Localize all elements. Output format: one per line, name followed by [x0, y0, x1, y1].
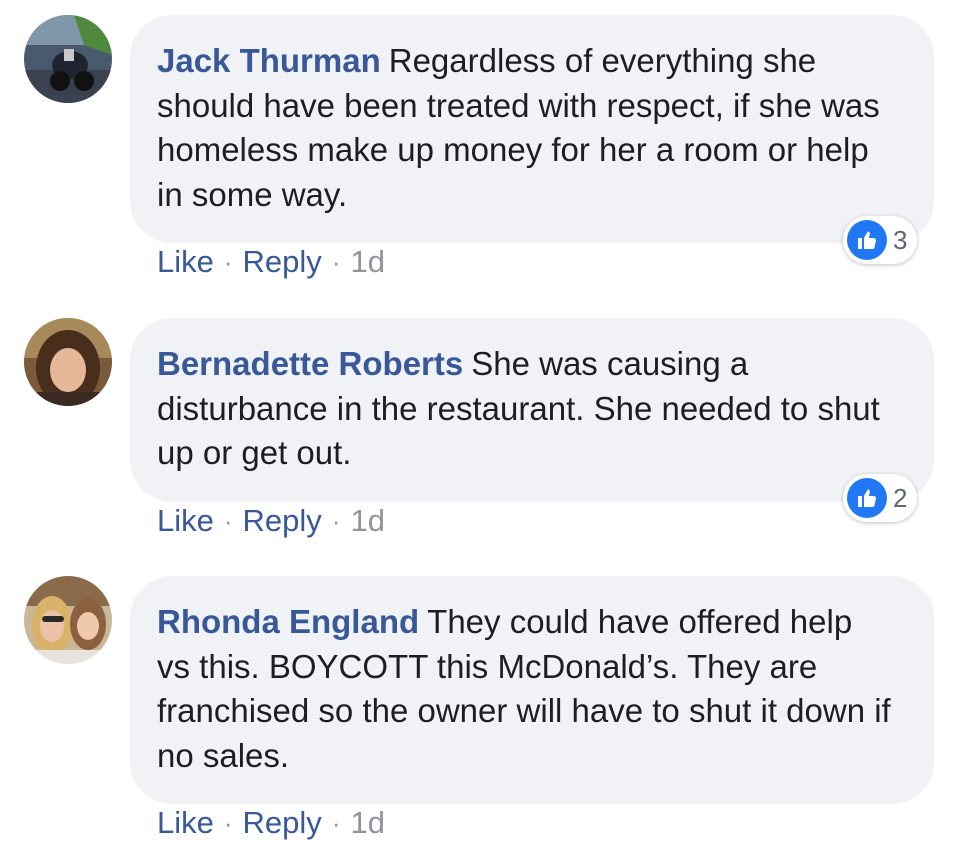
- like-reaction-icon: [847, 220, 887, 260]
- reaction-count[interactable]: 3: [843, 216, 918, 264]
- reaction-count-value: 2: [893, 482, 908, 513]
- author-name[interactable]: Jack Thurman: [157, 42, 381, 79]
- like-link[interactable]: Like: [157, 503, 214, 539]
- comment-bubble: Bernadette Roberts She was causing a dist…: [130, 318, 934, 502]
- like-link[interactable]: Like: [157, 805, 214, 841]
- comment-actions: Like · Reply · 1d: [157, 805, 385, 841]
- separator-dot: ·: [223, 807, 233, 838]
- reply-link[interactable]: Reply: [243, 244, 322, 280]
- separator-dot: ·: [223, 505, 233, 536]
- reply-link[interactable]: Reply: [243, 805, 322, 841]
- timestamp[interactable]: 1d: [350, 244, 384, 280]
- avatar[interactable]: [24, 15, 112, 103]
- separator-dot: ·: [331, 246, 341, 277]
- reaction-count[interactable]: 2: [843, 474, 918, 522]
- like-link[interactable]: Like: [157, 244, 214, 280]
- reaction-count-value: 3: [893, 224, 908, 255]
- reply-link[interactable]: Reply: [243, 503, 322, 539]
- timestamp[interactable]: 1d: [350, 503, 384, 539]
- comment-actions: Like · Reply · 1d: [157, 244, 385, 280]
- comment-bubble: Rhonda England They could have offered he…: [130, 576, 934, 804]
- separator-dot: ·: [331, 505, 341, 536]
- avatar[interactable]: [24, 318, 112, 406]
- separator-dot: ·: [331, 807, 341, 838]
- author-name[interactable]: Rhonda England: [157, 603, 419, 640]
- timestamp[interactable]: 1d: [350, 805, 384, 841]
- separator-dot: ·: [223, 246, 233, 277]
- author-name[interactable]: Bernadette Roberts: [157, 345, 463, 382]
- like-reaction-icon: [847, 478, 887, 518]
- avatar[interactable]: [24, 576, 112, 664]
- comment-actions: Like · Reply · 1d: [157, 503, 385, 539]
- comment-bubble: Jack Thurman Regardless of everything she…: [130, 15, 934, 243]
